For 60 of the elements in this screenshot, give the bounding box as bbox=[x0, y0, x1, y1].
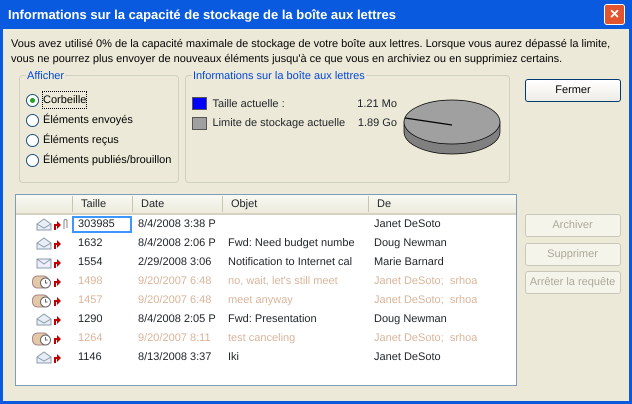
table-cell-text: 8/4/2008 2:05 P bbox=[137, 312, 217, 328]
table-cell-text: Marie Barnard bbox=[373, 255, 445, 270]
table-cell-text: Janet DeSoto; srhoa bbox=[373, 331, 478, 346]
radio-option[interactable]: Éléments publiés/brouillon bbox=[26, 150, 172, 170]
table-cell-text: 8/4/2008 3:38 P bbox=[137, 217, 217, 232]
column-header[interactable]: De bbox=[368, 196, 514, 212]
table-row[interactable]: 303985 8/4/2008 3:38 P Janet DeSoto bbox=[16, 215, 516, 234]
legend-label: Limite de stockage actuelle bbox=[212, 116, 346, 131]
table-cell-text: 9/20/2007 8:11 bbox=[137, 331, 212, 346]
legend-label: Taille actuelle : bbox=[212, 96, 286, 112]
envelope-icon bbox=[36, 218, 52, 232]
close-dialog-button[interactable]: Fermer bbox=[525, 79, 621, 102]
radio-option[interactable]: Éléments reçus bbox=[26, 130, 119, 150]
table-row[interactable]: 1146 8/13/2008 3:37 Iki Janet DeSoto bbox=[16, 348, 516, 367]
table-cell-text: meet anyway bbox=[227, 293, 294, 308]
meeting-icon bbox=[32, 274, 52, 288]
table-cell-text: Fwd: Presentation bbox=[227, 312, 318, 328]
table-cell-text: 1290 bbox=[77, 312, 104, 328]
table-cell-text: 1457 bbox=[77, 293, 104, 308]
table-cell-text: Doug Newman bbox=[373, 236, 448, 252]
table-cell-text: 2/29/2008 3:06 bbox=[137, 255, 212, 270]
table-cell-text: 1146 bbox=[77, 350, 103, 366]
envelope-icon bbox=[36, 236, 52, 250]
table-row[interactable]: 1632 8/4/2008 2:06 P Fwd: Need budget numbe Doug Newman bbox=[16, 234, 516, 253]
table-cell-text: Doug Newman bbox=[373, 312, 448, 328]
table-cell-text: Notification to Internet cal bbox=[227, 255, 354, 270]
radio-option[interactable]: Corbeille bbox=[26, 90, 86, 110]
table-cell-text: 9/20/2007 6:48 bbox=[137, 293, 212, 308]
envelope-icon bbox=[36, 350, 52, 364]
table-cell-text: 9/20/2007 6:48 bbox=[137, 274, 212, 290]
table-cell-text: 8/13/2008 3:37 bbox=[137, 350, 212, 366]
table-cell-text: Janet DeSoto bbox=[373, 217, 442, 232]
window-title: Informations sur la capacité de stockage de la boîte aux lettres bbox=[8, 6, 396, 24]
envelope-icon bbox=[36, 312, 52, 326]
meeting-icon bbox=[32, 294, 52, 308]
legend-value: 1.21 Mo bbox=[357, 96, 397, 112]
table-cell-text: Janet DeSoto; srhoa bbox=[373, 274, 478, 290]
legend-value: 1.89 Go bbox=[358, 116, 397, 131]
envelope-icon bbox=[36, 256, 52, 270]
meeting-icon bbox=[32, 332, 52, 346]
table-cell-text: 1498 bbox=[77, 274, 104, 290]
table-cell-text: test canceling bbox=[227, 331, 296, 346]
column-header[interactable]: Date bbox=[132, 196, 222, 212]
table-cell-text: Fwd: Need budget numbe bbox=[227, 236, 356, 252]
close-button[interactable]: × bbox=[604, 4, 625, 25]
table-cell-text: 1632 bbox=[77, 236, 104, 252]
column-header[interactable]: Taille bbox=[72, 196, 132, 212]
message-text: Vous avez utilisé 0% de la capacité maximale de stockage de votre boîte aux lettres. Lorsque vous aurez dépassé la limite, vous ne pourrez plus envoyer de nouveaux éléments jusqu'à ce que vous en archiviez ou en supprimiez certains. bbox=[11, 37, 612, 67]
table-cell-text: Iki bbox=[227, 350, 240, 366]
table-cell-text: no, wait, let's still meet bbox=[227, 274, 339, 290]
column-header[interactable]: Objet bbox=[222, 196, 368, 212]
table-cell-text: Janet DeSoto; srhoa bbox=[373, 293, 478, 308]
table-cell-text: 8/4/2008 2:06 P bbox=[137, 236, 217, 252]
table-cell-text: 1554 bbox=[77, 255, 104, 270]
table-cell-text: 1264 bbox=[77, 331, 104, 346]
radio-option[interactable]: Éléments envoyés bbox=[26, 110, 133, 130]
table-row[interactable]: 1290 8/4/2008 2:05 P Fwd: Presentation Doug Newman bbox=[16, 310, 516, 329]
table-cell-text: Janet DeSoto bbox=[373, 350, 442, 366]
table-cell: 303985 bbox=[72, 216, 132, 233]
table-row[interactable]: 1554 2/29/2008 3:06 Notification to Internet cal Marie Barnard bbox=[16, 253, 516, 272]
